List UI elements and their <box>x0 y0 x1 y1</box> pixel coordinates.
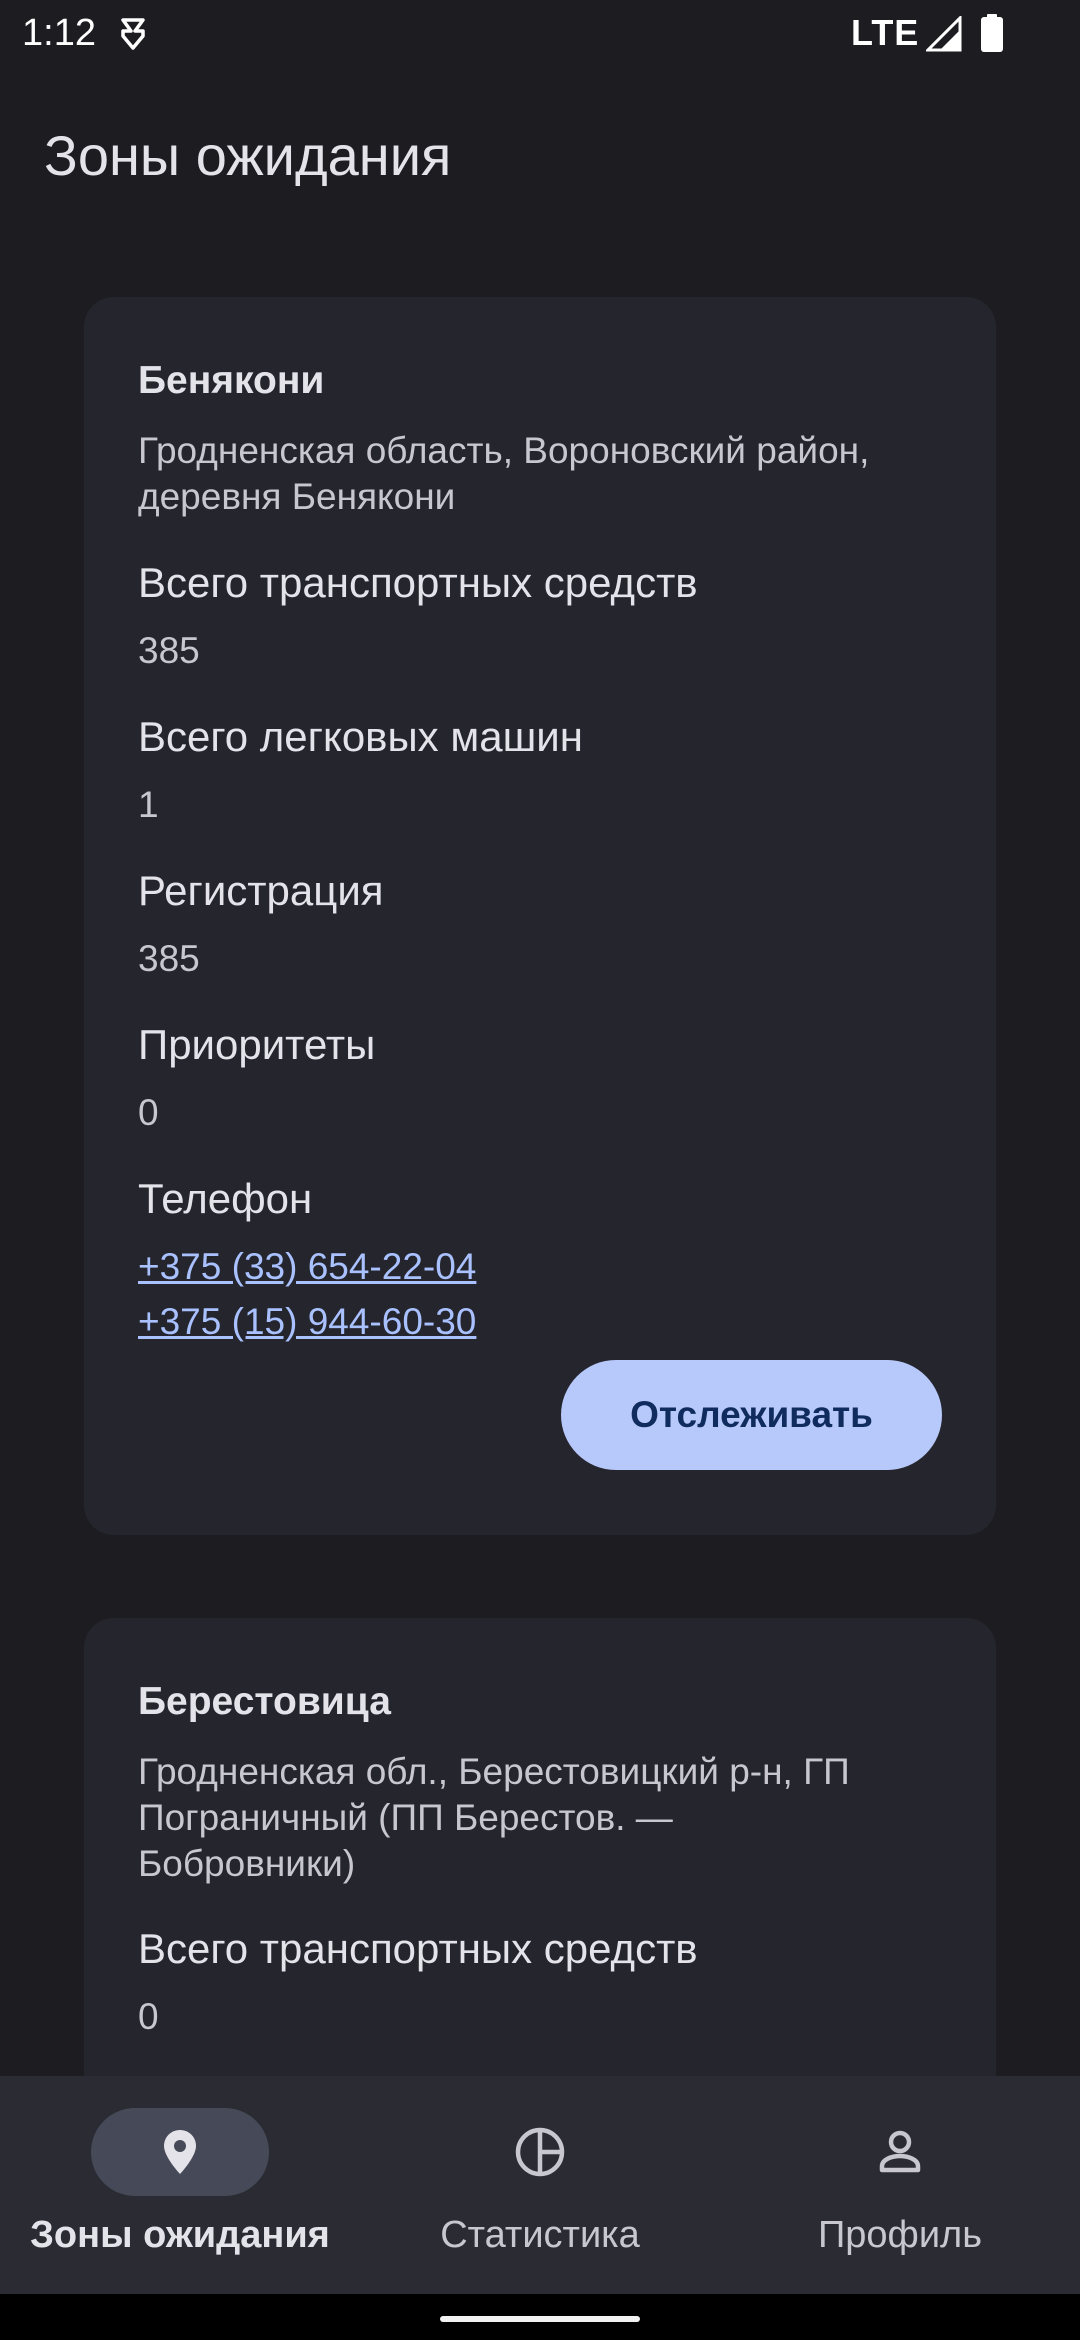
registration-value: 385 <box>138 938 200 979</box>
nav-item-waiting-zones[interactable]: Зоны ожидания <box>0 2076 360 2294</box>
phone-link[interactable]: +375 (15) 944-60-30 <box>138 1299 476 1345</box>
nav-label: Зоны ожидания <box>30 2214 330 2256</box>
location-pin-icon <box>164 2130 196 2174</box>
total-cars-label: Всего легковых машин <box>138 713 583 760</box>
status-time: 1:12 <box>22 12 96 54</box>
battery-icon <box>981 14 1003 52</box>
signal-icon <box>926 16 962 52</box>
priorities-label: Приоритеты <box>138 1021 376 1068</box>
total-vehicles-label: Всего транспортных средств <box>138 559 698 606</box>
app-notification-icon <box>121 18 145 50</box>
registration-label: Регистрация <box>138 867 384 914</box>
zone-card: Бенякони Гродненская область, Вороновски… <box>84 297 996 1535</box>
status-bar: 1:12 LTE <box>0 0 1080 66</box>
home-gesture-handle[interactable] <box>440 2316 640 2322</box>
priorities-value: 0 <box>138 1092 159 1133</box>
zone-name: Бенякони <box>138 359 325 402</box>
total-cars-value: 1 <box>138 784 159 825</box>
phone-label: Телефон <box>138 1175 313 1222</box>
nav-item-statistics[interactable]: Статистика <box>360 2076 720 2294</box>
zones-list[interactable]: Бенякони Гродненская область, Вороновски… <box>0 200 1080 2076</box>
network-type: LTE <box>851 12 920 53</box>
zone-name: Берестовица <box>138 1680 391 1723</box>
gesture-bar <box>0 2294 1080 2340</box>
total-vehicles-value: 385 <box>138 630 200 671</box>
nav-item-profile[interactable]: Профиль <box>720 2076 1080 2294</box>
total-vehicles-label: Всего транспортных средств <box>138 1925 698 1972</box>
track-button[interactable]: Отслеживать <box>561 1360 942 1470</box>
nav-label: Статистика <box>440 2214 640 2256</box>
zone-address: Гродненская область, Вороновский район, … <box>138 430 870 517</box>
nav-label: Профиль <box>817 2214 983 2256</box>
person-icon <box>879 2130 921 2173</box>
zone-card: Берестовица Гродненская обл., Берестовиц… <box>84 1618 996 2076</box>
zone-address: Гродненская обл., Берестовицкий р-н, ГП … <box>138 1751 850 1884</box>
pie-chart-icon <box>515 2127 565 2177</box>
bottom-navigation: Зоны ожидания Статистика Профиль <box>0 2076 1080 2294</box>
page-title: Зоны ожидания <box>44 124 452 187</box>
phone-link[interactable]: +375 (33) 654-22-04 <box>138 1244 476 1290</box>
total-vehicles-value: 0 <box>138 1996 159 2037</box>
